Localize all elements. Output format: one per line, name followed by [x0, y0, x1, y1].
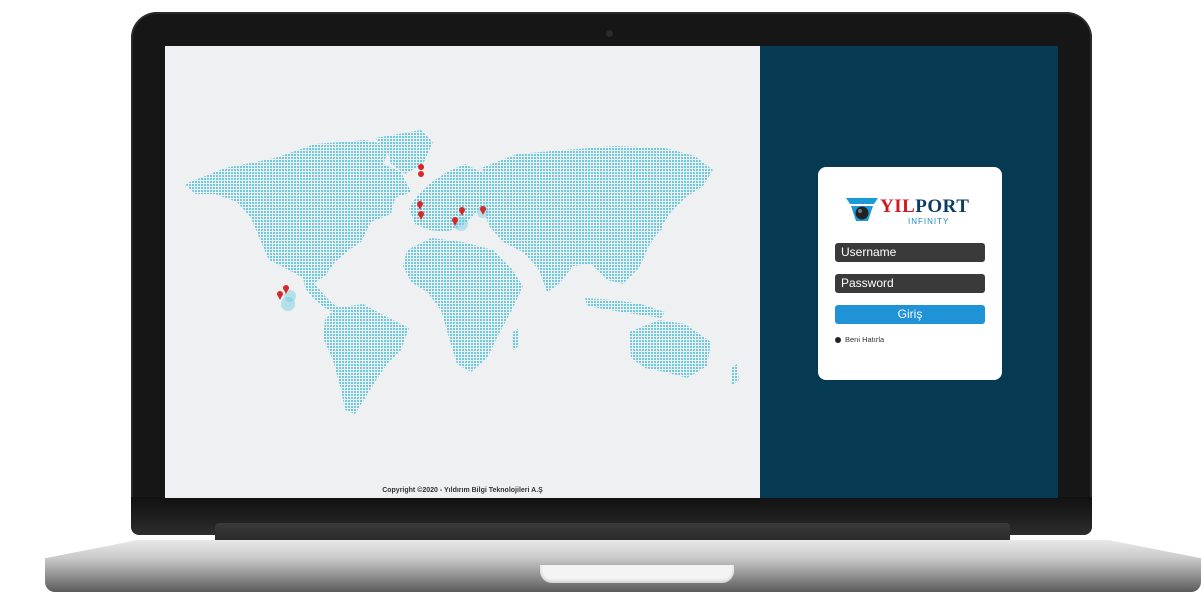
- continent-australia: [629, 320, 711, 378]
- password-field[interactable]: Password: [835, 274, 985, 293]
- map-pin-icon[interactable]: [277, 291, 283, 300]
- continent-asia: [481, 146, 713, 292]
- remember-checkbox[interactable]: [835, 336, 841, 343]
- continent-south-america: [323, 304, 409, 414]
- continent-new-zealand: [731, 364, 739, 386]
- continent-north-america: [185, 140, 411, 284]
- login-screen: Copyright ©2020 - Yıldırım Bilgi Teknolo…: [165, 46, 1058, 498]
- marker-halo: [281, 297, 295, 311]
- laptop-notch: [540, 565, 734, 583]
- webcam: [606, 30, 613, 37]
- remember-me[interactable]: Beni Hatırla: [835, 335, 884, 344]
- continents: [185, 130, 739, 414]
- login-button[interactable]: Giriş: [835, 305, 985, 324]
- login-side-panel: YILPORT INFINITY Username Password Giriş…: [760, 46, 1058, 498]
- brand-name: YILPORT: [880, 196, 969, 218]
- brand-name-part2: PORT: [915, 196, 970, 217]
- continent-indonesia: [585, 298, 665, 318]
- brand-logo: YILPORT INFINITY: [846, 195, 986, 235]
- yilport-logo-icon: [846, 198, 878, 221]
- copyright-text: Copyright ©2020 - Yıldırım Bilgi Teknolo…: [382, 487, 543, 494]
- login-card: YILPORT INFINITY Username Password Giriş…: [818, 167, 1002, 380]
- map-pin-icon[interactable]: [418, 164, 425, 177]
- world-map: [185, 130, 739, 414]
- map-panel: Copyright ©2020 - Yıldırım Bilgi Teknolo…: [165, 46, 760, 498]
- continent-africa: [403, 238, 523, 372]
- remember-label: Beni Hatırla: [845, 335, 885, 344]
- username-field[interactable]: Username: [835, 243, 985, 262]
- brand-name-part1: YIL: [880, 196, 916, 217]
- brand-subtitle: INFINITY: [908, 217, 950, 226]
- continent-madagascar: [513, 328, 519, 350]
